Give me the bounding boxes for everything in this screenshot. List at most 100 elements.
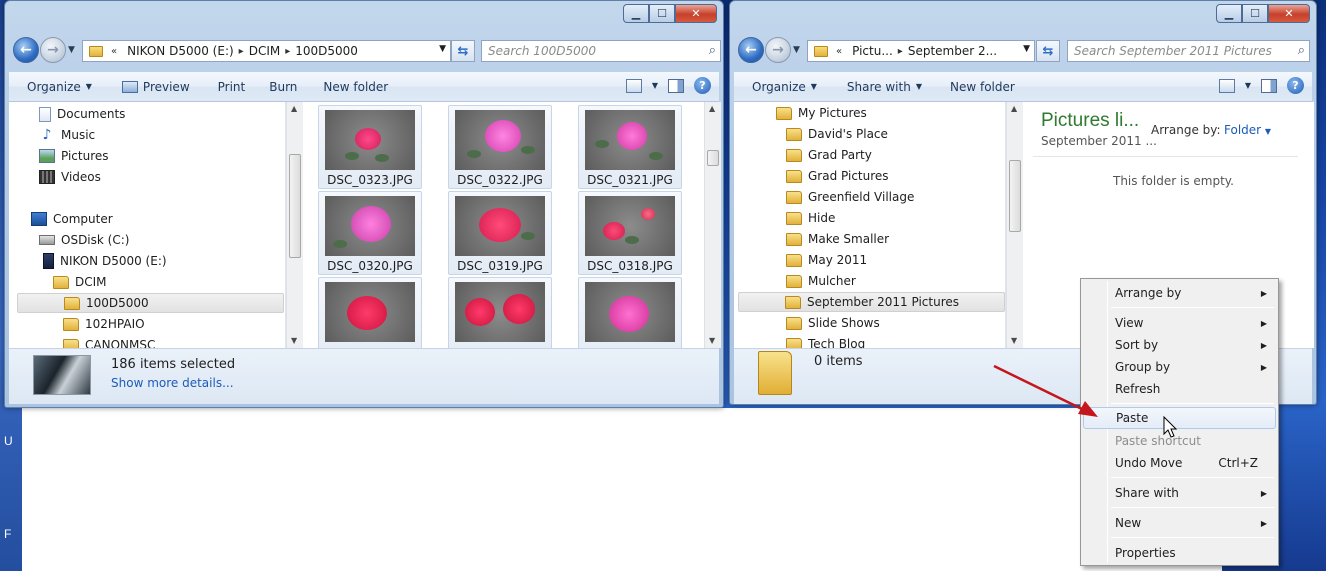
menu-item-undo-move[interactable]: Undo Move Ctrl+Z [1083,452,1276,474]
chevron-right-icon[interactable]: ▸ [285,46,290,57]
nav-item-folder[interactable]: Hide [786,208,835,228]
menu-item-paste-shortcut[interactable]: Paste shortcut [1083,430,1276,452]
chevron-down-icon[interactable]: ▼ [652,81,658,90]
content-scrollbar[interactable]: ▲ ▼ [704,102,721,348]
nav-scrollbar[interactable]: ▲ ▼ [286,102,303,348]
overflow-chevron[interactable]: « [836,46,842,57]
recent-pages-dropdown[interactable]: ▼ [68,45,75,55]
new-folder-button[interactable]: New folder [932,80,1025,94]
address-bar[interactable]: « NIKON D5000 (E:) ▸ DCIM ▸ 100D5000 ▼ [82,40,451,62]
search-input[interactable]: Search September 2011 Pictures ⌕ [1067,40,1310,62]
nav-item-music[interactable]: ♪ Music [39,125,96,145]
organize-button[interactable]: Organize ▼ [9,80,102,94]
preview-button[interactable]: Preview [102,80,200,94]
menu-item-view[interactable]: View ▶ [1083,312,1276,334]
scroll-down-icon[interactable]: ▼ [709,336,715,345]
chevron-down-icon[interactable]: ▼ [1023,44,1030,54]
breadcrumb-dcim[interactable]: DCIM [249,44,281,58]
nav-item-canonmsc[interactable]: CANONMSC [63,335,155,348]
nav-item-folder[interactable]: Make Smaller [786,229,889,249]
breadcrumb-100d5000[interactable]: 100D5000 [295,44,358,58]
change-view-icon[interactable] [625,78,642,93]
maximize-button[interactable]: ☐ [1242,4,1268,23]
thumbnail-item[interactable] [578,277,682,348]
print-button[interactable]: Print [200,80,256,94]
nav-item-osdisk[interactable]: OSDisk (C:) [39,230,129,250]
thumbnail-item[interactable] [318,277,422,348]
nav-item-100d5000[interactable]: 100D5000 [17,293,284,313]
preview-pane-icon[interactable] [668,78,684,93]
close-button[interactable]: ✕ [1268,4,1310,23]
chevron-right-icon[interactable]: ▸ [898,46,903,57]
show-more-details-link[interactable]: Show more details... [111,376,234,390]
thumbnail-item[interactable]: DSC_0323.JPG [318,105,422,189]
nav-item-folder[interactable]: Tech Blog [786,334,865,348]
scroll-up-icon[interactable]: ▲ [709,104,715,113]
overflow-chevron[interactable]: « [111,46,117,57]
refresh-button[interactable]: ⇆ [1036,40,1060,62]
menu-item-new[interactable]: New ▶ [1083,512,1276,534]
menu-item-refresh[interactable]: Refresh [1083,378,1276,400]
scroll-up-icon[interactable]: ▲ [291,104,297,113]
change-view-icon[interactable] [1218,78,1235,93]
scroll-up-icon[interactable]: ▲ [1011,104,1017,113]
menu-item-sort-by[interactable]: Sort by ▶ [1083,334,1276,356]
breadcrumb-pictures[interactable]: Pictu... [852,44,893,58]
maximize-button[interactable]: ☐ [649,4,675,23]
menu-item-share-with[interactable]: Share with ▶ [1083,482,1276,504]
preview-pane-icon[interactable] [1261,78,1277,93]
nav-item-nikon[interactable]: NIKON D5000 (E:) [43,251,167,271]
minimize-button[interactable]: ▁ [623,4,649,23]
nav-scrollbar[interactable]: ▲ ▼ [1006,102,1023,348]
nav-item-folder[interactable]: Slide Shows [786,313,880,333]
menu-item-group-by[interactable]: Group by ▶ [1083,356,1276,378]
recent-pages-dropdown[interactable]: ▼ [793,45,800,55]
help-icon[interactable]: ? [694,77,711,94]
address-bar[interactable]: « Pictu... ▸ September 2... ▼ [807,40,1035,62]
nav-item-folder[interactable]: Greenfield Village [786,187,914,207]
nav-item-folder[interactable]: Grad Pictures [786,166,889,186]
scroll-thumb[interactable] [1009,160,1021,232]
thumbnail-item[interactable] [448,277,552,348]
refresh-button[interactable]: ⇆ [451,40,475,62]
nav-item-folder[interactable]: Grad Party [786,145,872,165]
nav-item-dcim[interactable]: DCIM [53,272,107,292]
thumbnail-item[interactable]: DSC_0322.JPG [448,105,552,189]
nav-item-documents[interactable]: Documents [39,104,125,124]
nav-item-folder[interactable]: Mulcher [786,271,856,291]
new-folder-button[interactable]: New folder [307,80,398,94]
nav-item-pictures[interactable]: Pictures [39,146,109,166]
organize-button[interactable]: Organize ▼ [734,80,827,94]
search-icon[interactable]: ⌕ [1298,43,1305,58]
scroll-thumb[interactable] [707,150,719,166]
menu-item-arrange-by[interactable]: Arrange by ▶ [1083,282,1276,304]
scroll-down-icon[interactable]: ▼ [1011,336,1017,345]
close-button[interactable]: ✕ [675,4,717,23]
nav-item-videos[interactable]: Videos [39,167,101,187]
nav-item-my-pictures[interactable]: My Pictures [776,103,867,123]
thumbnail-item[interactable]: DSC_0320.JPG [318,191,422,275]
nav-item-september-2011-pictures[interactable]: September 2011 Pictures [738,292,1005,312]
breadcrumb-september[interactable]: September 2... [908,44,997,58]
search-input[interactable]: Search 100D5000 ⌕ [481,40,721,62]
chevron-down-icon[interactable]: ▼ [439,44,446,54]
search-icon[interactable]: ⌕ [709,43,716,58]
menu-item-properties[interactable]: Properties [1083,542,1276,564]
scroll-down-icon[interactable]: ▼ [291,336,297,345]
back-button[interactable]: ← [13,37,39,63]
forward-button[interactable]: → [765,37,791,63]
nav-item-folder[interactable]: May 2011 [786,250,867,270]
burn-button[interactable]: Burn [255,80,307,94]
forward-button[interactable]: → [40,37,66,63]
thumbnail-item[interactable]: DSC_0319.JPG [448,191,552,275]
arrange-by-dropdown[interactable]: Folder ▼ [1224,123,1271,137]
menu-item-paste[interactable]: Paste [1083,407,1276,429]
thumbnail-item[interactable]: DSC_0321.JPG [578,105,682,189]
back-button[interactable]: ← [738,37,764,63]
nav-item-folder[interactable]: David's Place [786,124,888,144]
minimize-button[interactable]: ▁ [1216,4,1242,23]
nav-item-computer[interactable]: Computer [31,209,113,229]
nav-item-102hpaio[interactable]: 102HPAIO [63,314,145,334]
share-with-button[interactable]: Share with ▼ [827,80,932,94]
help-icon[interactable]: ? [1287,77,1304,94]
